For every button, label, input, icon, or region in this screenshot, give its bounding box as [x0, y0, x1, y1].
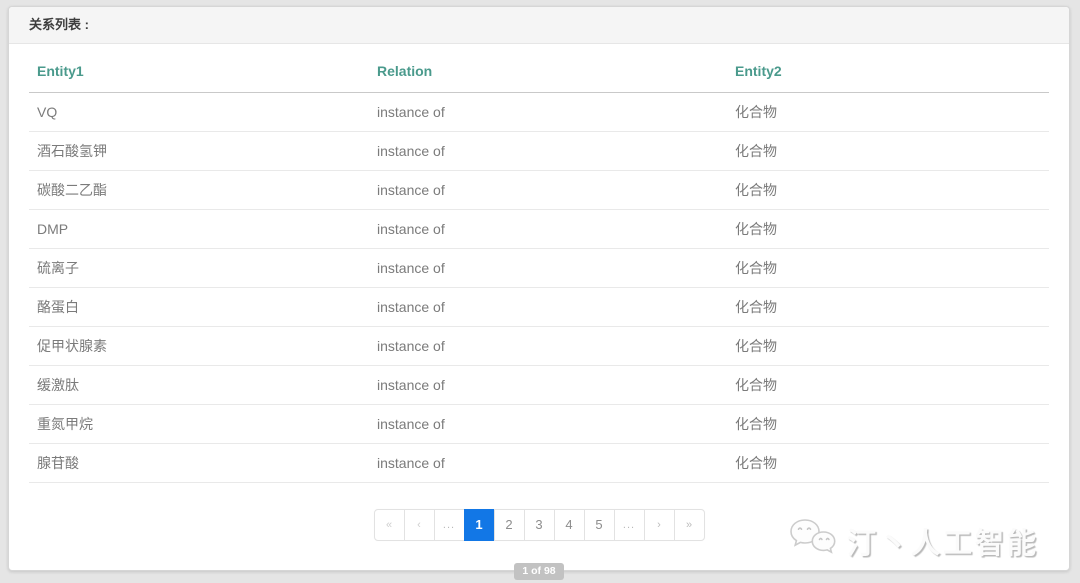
table-header-row: Entity1 Relation Entity2: [29, 44, 1049, 93]
last-page-button[interactable]: »: [673, 509, 705, 541]
relations-panel: 关系列表 : Entity1 Relation Entity2 VQ instan…: [8, 6, 1070, 580]
pagination: «‹... 1 2 3 4 5... ›»: [373, 509, 705, 541]
prev-page-button: ‹: [403, 509, 435, 541]
page-status-badge: 1 of 98: [514, 563, 564, 580]
table-row: 缓激肽 instance of 化合物: [29, 365, 1049, 405]
cell-entity2: 化合物: [727, 365, 1049, 405]
table-body: VQ instance of 化合物 酒石酸氢钾 instance of 化合物 碳酸二乙酯…: [29, 92, 1049, 483]
cell-entity2: 化合物: [727, 209, 1049, 249]
page-button-5[interactable]: 5: [583, 509, 615, 541]
table-row: 重氮甲烷 instance of 化合物: [29, 404, 1049, 444]
cell-entity2: 化合物: [727, 170, 1049, 210]
cell-entity1: 腺苷酸: [29, 443, 369, 483]
status-area: 1 of 98: [29, 561, 1049, 580]
cell-entity2: 化合物: [727, 443, 1049, 483]
cell-entity1: 酪蛋白: [29, 287, 369, 327]
cell-entity1: 重氮甲烷: [29, 404, 369, 444]
cell-relation: instance of: [369, 92, 727, 132]
pagination-area: «‹... 1 2 3 4 5... ›»: [29, 509, 1049, 541]
pagination-ellipsis: ...: [433, 509, 465, 541]
table-row: 酪蛋白 instance of 化合物: [29, 287, 1049, 327]
cell-entity1: DMP: [29, 209, 369, 249]
cell-entity1: 缓激肽: [29, 365, 369, 405]
cell-entity2: 化合物: [727, 326, 1049, 366]
cell-relation: instance of: [369, 209, 727, 249]
cell-relation: instance of: [369, 404, 727, 444]
cell-entity2: 化合物: [727, 92, 1049, 132]
cell-relation: instance of: [369, 131, 727, 171]
pagination-ellipsis: ...: [613, 509, 645, 541]
cell-entity2: 化合物: [727, 287, 1049, 327]
panel-title: 关系列表 :: [9, 7, 1069, 44]
page-button-2[interactable]: 2: [493, 509, 525, 541]
cell-entity1: 碳酸二乙酯: [29, 170, 369, 210]
page-button-1[interactable]: 1: [463, 509, 495, 541]
table-row: 硫离子 instance of 化合物: [29, 248, 1049, 288]
cell-relation: instance of: [369, 365, 727, 405]
cell-relation: instance of: [369, 170, 727, 210]
cell-relation: instance of: [369, 287, 727, 327]
cell-entity2: 化合物: [727, 404, 1049, 444]
cell-entity2: 化合物: [727, 131, 1049, 171]
cell-entity1: 硫离子: [29, 248, 369, 288]
cell-entity2: 化合物: [727, 248, 1049, 288]
column-header-relation: Relation: [369, 44, 727, 93]
table-row: 酒石酸氢钾 instance of 化合物: [29, 131, 1049, 171]
cell-relation: instance of: [369, 443, 727, 483]
cell-relation: instance of: [369, 326, 727, 366]
relations-table: Entity1 Relation Entity2 VQ instance of 化合…: [29, 44, 1049, 483]
column-header-entity2: Entity2: [727, 44, 1049, 93]
table-row: VQ instance of 化合物: [29, 92, 1049, 132]
next-page-button[interactable]: ›: [643, 509, 675, 541]
table-row: 碳酸二乙酯 instance of 化合物: [29, 170, 1049, 210]
column-header-entity1: Entity1: [29, 44, 369, 93]
cell-entity1: VQ: [29, 92, 369, 132]
cell-relation: instance of: [369, 248, 727, 288]
first-page-button: «: [373, 509, 405, 541]
page-button-4[interactable]: 4: [553, 509, 585, 541]
page-button-3[interactable]: 3: [523, 509, 555, 541]
cell-entity1: 酒石酸氢钾: [29, 131, 369, 171]
table-row: DMP instance of 化合物: [29, 209, 1049, 249]
table-row: 促甲状腺素 instance of 化合物: [29, 326, 1049, 366]
cell-entity1: 促甲状腺素: [29, 326, 369, 366]
panel-body: Entity1 Relation Entity2 VQ instance of 化合…: [9, 44, 1069, 580]
table-row: 腺苷酸 instance of 化合物: [29, 443, 1049, 483]
